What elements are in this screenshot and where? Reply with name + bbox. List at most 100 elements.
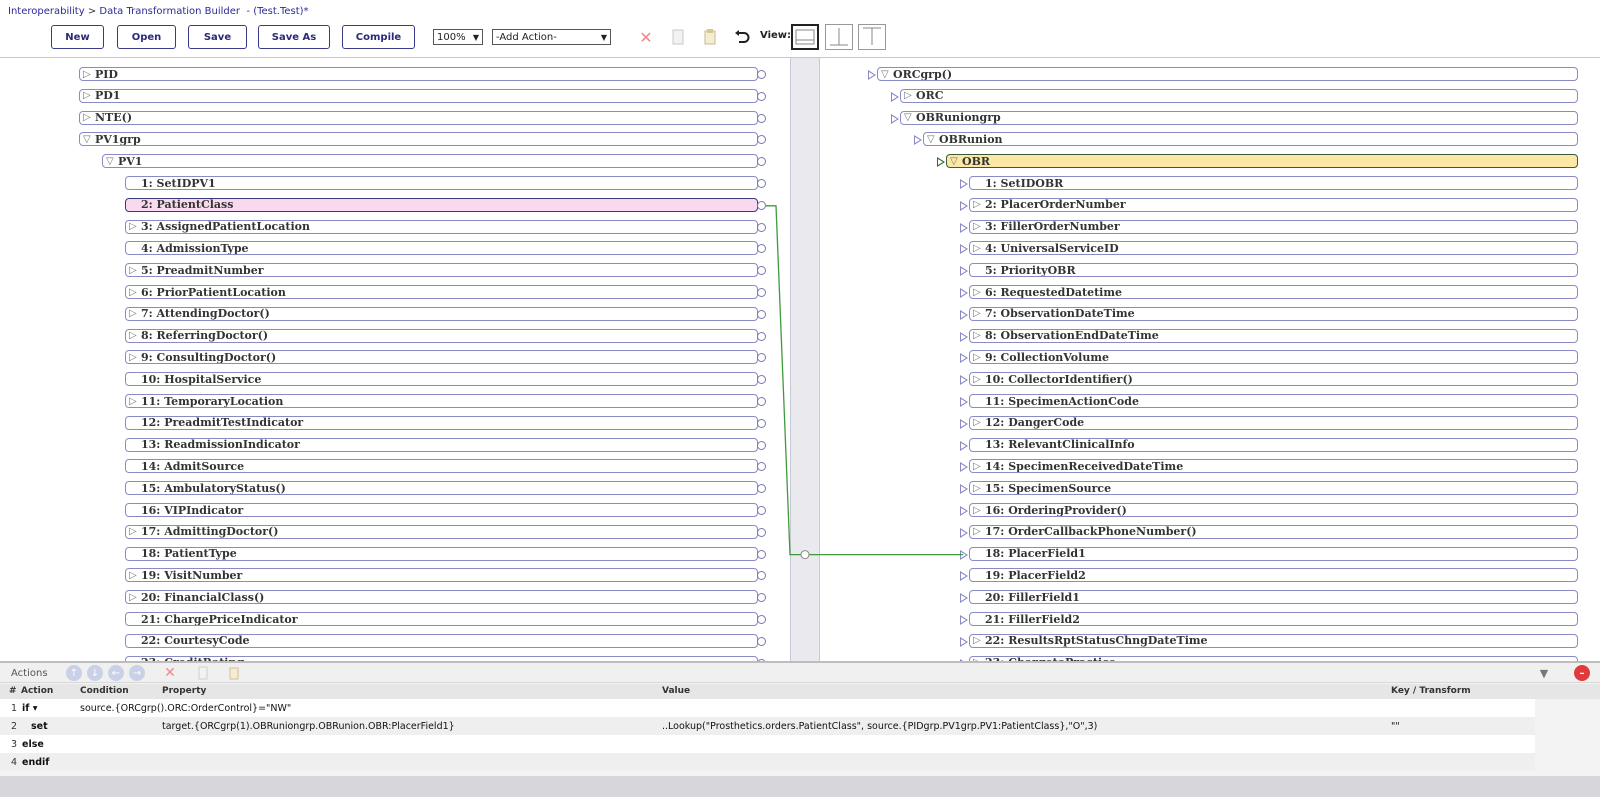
target-node[interactable]: 21: FillerField2 — [969, 612, 1578, 626]
close-panel-icon[interactable]: – — [1574, 665, 1590, 681]
source-port-icon[interactable] — [757, 222, 766, 232]
collapsed-triangle-icon[interactable]: ▷ — [129, 287, 141, 298]
target-port-icon[interactable] — [960, 179, 968, 189]
source-port-icon[interactable] — [757, 636, 766, 646]
copy-icon[interactable] — [668, 27, 688, 47]
collapsed-triangle-icon[interactable]: ▷ — [973, 461, 985, 472]
source-port-icon[interactable] — [757, 418, 766, 428]
collapsed-triangle-icon[interactable]: ▷ — [973, 483, 985, 494]
source-node[interactable]: 21: ChargePriceIndicator — [125, 612, 758, 626]
source-node[interactable]: ▷ NTE() — [79, 110, 758, 125]
collapsed-triangle-icon[interactable]: ▷ — [129, 526, 141, 537]
source-port-icon[interactable] — [757, 288, 766, 297]
target-node[interactable]: ▷ 6: RequestedDatetime — [969, 285, 1578, 299]
source-node[interactable]: ▷ 17: AdmittingDoctor() — [125, 524, 758, 539]
target-port-icon[interactable] — [960, 353, 968, 364]
source-port-icon[interactable] — [757, 462, 766, 472]
compile-button[interactable]: Compile — [342, 25, 415, 49]
collapsed-triangle-icon[interactable]: ▷ — [973, 330, 985, 341]
move-down-icon[interactable]: ↓ — [87, 665, 103, 681]
collapsed-triangle-icon[interactable]: ▷ — [129, 221, 141, 232]
source-node[interactable]: ▷ 9: ConsultingDoctor() — [125, 350, 758, 365]
collapsed-triangle-icon[interactable]: ▷ — [129, 265, 141, 276]
collapsed-triangle-icon[interactable]: ▷ — [129, 592, 141, 603]
view-horizontal-button[interactable] — [791, 24, 819, 50]
action-row[interactable]: 4 endif — [0, 753, 1535, 771]
target-node[interactable]: ▽ OBR — [946, 154, 1578, 169]
source-port-icon[interactable] — [757, 309, 766, 319]
target-port-icon[interactable] — [960, 440, 968, 451]
action-action-cell[interactable]: endif — [22, 757, 49, 768]
target-node[interactable]: ▷ 22: ResultsRptStatusChngDateTime — [969, 633, 1578, 648]
source-node[interactable]: ▷ 20: FinancialClass() — [125, 590, 758, 605]
target-node[interactable]: ▷ 16: OrderingProvider() — [969, 503, 1578, 517]
collapsed-triangle-icon[interactable]: ▷ — [973, 374, 985, 385]
collapsed-triangle-icon[interactable]: ▷ — [83, 90, 95, 101]
target-port-icon[interactable] — [960, 506, 968, 516]
target-node[interactable]: 19: PlacerField2 — [969, 568, 1578, 583]
paste-action-icon[interactable] — [226, 665, 242, 681]
target-port-icon[interactable] — [960, 484, 968, 495]
source-port-icon[interactable] — [757, 266, 766, 276]
target-port-icon[interactable] — [960, 244, 968, 255]
source-node[interactable]: 22: CourtesyCode — [125, 633, 758, 648]
source-port-icon[interactable] — [757, 549, 766, 559]
source-port-icon[interactable] — [757, 135, 766, 145]
collapse-panel-icon[interactable]: ▼ — [1536, 665, 1552, 681]
source-port-icon[interactable] — [757, 484, 766, 494]
target-node[interactable]: ▷ 4: UniversalServiceID — [969, 241, 1578, 256]
source-port-icon[interactable] — [757, 331, 766, 341]
target-port-icon[interactable] — [914, 135, 922, 146]
collapsed-triangle-icon[interactable]: ▷ — [973, 505, 985, 516]
action-key-cell[interactable]: "" — [1391, 721, 1400, 732]
source-node[interactable]: ▷ PID — [79, 67, 758, 81]
action-action-cell[interactable]: else — [22, 739, 44, 750]
target-port-icon[interactable] — [960, 418, 968, 429]
target-port-icon[interactable] — [960, 549, 968, 560]
expanded-triangle-icon[interactable]: ▽ — [83, 134, 95, 145]
source-port-icon[interactable] — [757, 157, 766, 167]
target-port-icon[interactable] — [960, 375, 968, 386]
indent-icon[interactable]: → — [129, 665, 145, 681]
add-action-select[interactable]: -Add Action- ▼ — [492, 29, 611, 45]
source-node[interactable]: 13: ReadmissionIndicator — [125, 437, 758, 452]
action-value-cell[interactable]: ..Lookup("Prosthetics.orders.PatientClas… — [662, 721, 1097, 732]
action-condition-cell[interactable]: source.{ORCgrp().ORC:OrderControl}="NW" — [80, 703, 291, 714]
undo-icon[interactable] — [732, 27, 752, 47]
source-port-icon[interactable] — [757, 353, 766, 363]
target-port-icon[interactable] — [960, 288, 968, 298]
target-node[interactable]: ▷ 12: DangerCode — [969, 415, 1578, 430]
move-up-icon[interactable]: ↑ — [66, 665, 82, 681]
target-port-icon[interactable] — [960, 266, 968, 277]
expanded-triangle-icon[interactable]: ▽ — [950, 156, 962, 167]
target-port-icon[interactable] — [960, 397, 968, 407]
source-node[interactable]: 4: AdmissionType — [125, 241, 758, 256]
target-port-icon[interactable] — [960, 636, 968, 647]
target-port-icon[interactable] — [960, 200, 968, 211]
collapsed-triangle-icon[interactable]: ▷ — [904, 90, 916, 101]
collapsed-triangle-icon[interactable]: ▷ — [83, 69, 95, 80]
source-node[interactable]: ▷ 7: AttendingDoctor() — [125, 306, 758, 321]
target-node[interactable]: 11: SpecimenActionCode — [969, 394, 1578, 408]
collapsed-triangle-icon[interactable]: ▷ — [973, 221, 985, 232]
target-node[interactable]: 18: PlacerField1 — [969, 546, 1578, 561]
action-action-cell[interactable]: if ▾ — [22, 703, 37, 714]
target-node[interactable]: 5: PriorityOBR — [969, 263, 1578, 278]
source-port-icon[interactable] — [757, 375, 766, 385]
target-node[interactable]: ▷ 8: ObservationEndDateTime — [969, 328, 1578, 343]
source-port-icon[interactable] — [757, 244, 766, 254]
source-node[interactable]: 2: PatientClass — [125, 197, 758, 212]
action-row[interactable]: 3 else — [0, 735, 1535, 753]
collapsed-triangle-icon[interactable]: ▷ — [973, 417, 985, 428]
expanded-triangle-icon[interactable]: ▽ — [881, 69, 893, 80]
source-node[interactable]: 16: VIPIndicator — [125, 503, 758, 517]
source-port-icon[interactable] — [757, 506, 766, 515]
save-button[interactable]: Save — [188, 25, 247, 49]
source-port-icon[interactable] — [757, 571, 766, 581]
collapsed-triangle-icon[interactable]: ▷ — [973, 526, 985, 537]
new-button[interactable]: New — [51, 25, 104, 49]
source-port-icon[interactable] — [757, 527, 766, 537]
target-port-icon[interactable] — [960, 615, 968, 625]
action-row[interactable]: 2 set target.{ORCgrp(1).OBRuniongrp.OBRuni… — [0, 717, 1535, 735]
target-port-icon[interactable] — [891, 113, 899, 124]
